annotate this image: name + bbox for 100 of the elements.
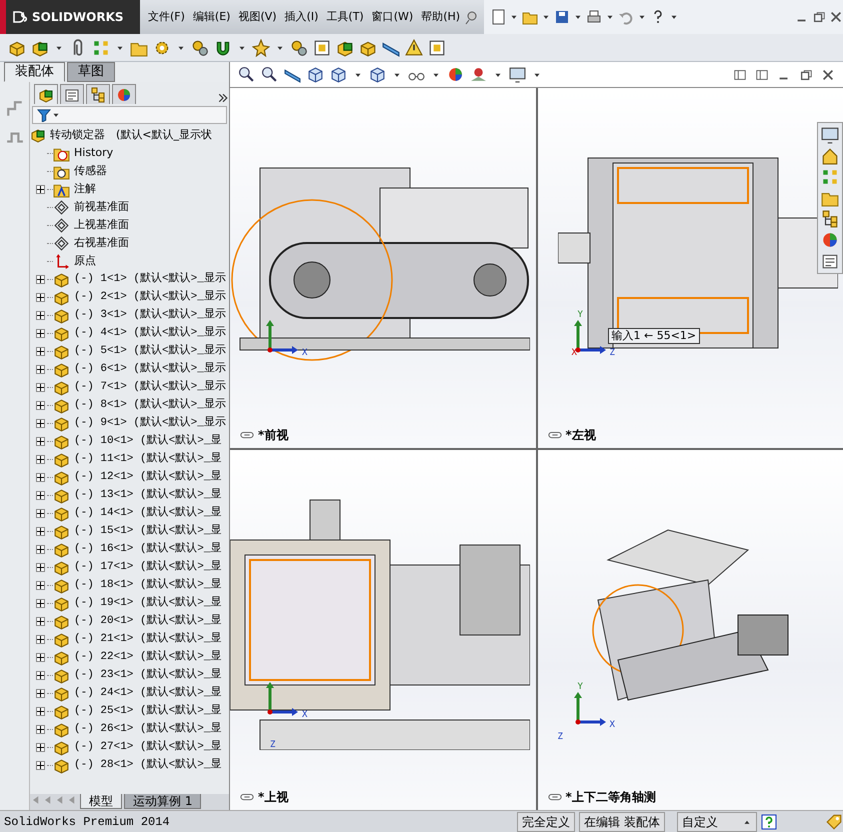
tree-item[interactable]: (-) 25<1> (默认<默认>_显 bbox=[74, 702, 222, 720]
tree-item[interactable]: (-) 6<1> (默认<默认>_显示 bbox=[74, 360, 226, 378]
tree-root[interactable]: 转动锁定器 (默认<默认_显示状 bbox=[50, 126, 212, 144]
new-document-icon[interactable] bbox=[490, 9, 506, 25]
star-icon[interactable] bbox=[252, 38, 270, 56]
expand-toggle[interactable] bbox=[36, 472, 45, 482]
expand-toggle[interactable] bbox=[36, 706, 45, 716]
panel-tab[interactable]: 草图 bbox=[67, 62, 115, 82]
tree-item[interactable]: (-) 26<1> (默认<默认>_显 bbox=[74, 720, 222, 738]
tree-item[interactable]: (-) 15<1> (默认<默认>_显 bbox=[74, 522, 222, 540]
appearance-icon[interactable] bbox=[821, 231, 839, 249]
tree-item[interactable]: (-) 14<1> (默认<默认>_显 bbox=[74, 504, 222, 522]
restore-icon[interactable] bbox=[812, 10, 826, 24]
monitor-icon[interactable] bbox=[821, 126, 839, 144]
save-icon[interactable] bbox=[554, 9, 570, 25]
expand-toggle[interactable] bbox=[36, 580, 45, 590]
tree-item[interactable]: History bbox=[74, 144, 114, 162]
library-icon[interactable] bbox=[821, 168, 839, 186]
tree-item[interactable]: 原点 bbox=[74, 252, 96, 270]
manager-tab[interactable] bbox=[86, 84, 110, 104]
gears-icon[interactable] bbox=[191, 38, 209, 56]
menu-item[interactable]: 文件(F) bbox=[144, 6, 189, 28]
printer-icon[interactable] bbox=[586, 9, 602, 25]
menu-item[interactable]: 窗口(W) bbox=[368, 6, 418, 28]
appearance-icon[interactable] bbox=[447, 66, 464, 83]
home-icon[interactable] bbox=[821, 147, 839, 165]
menu-item[interactable]: 插入(I) bbox=[280, 6, 322, 28]
expand-toggle[interactable] bbox=[36, 490, 45, 500]
expand-toggle[interactable] bbox=[36, 364, 45, 374]
manager-tab[interactable] bbox=[34, 84, 58, 104]
tree-item[interactable]: (-) 16<1> (默认<默认>_显 bbox=[74, 540, 222, 558]
expand-toggle[interactable] bbox=[36, 400, 45, 410]
expand-toggle[interactable] bbox=[36, 328, 45, 338]
filter-icon[interactable] bbox=[37, 108, 51, 122]
view-cube-icon[interactable] bbox=[330, 66, 347, 83]
tree-item[interactable]: (-) 3<1> (默认<默认>_显示 bbox=[74, 306, 226, 324]
expand-toggle[interactable] bbox=[36, 418, 45, 428]
expand-toggle[interactable] bbox=[36, 436, 45, 446]
tree-item[interactable]: 前视基准面 bbox=[74, 198, 129, 216]
tree-item[interactable]: (-) 9<1> (默认<默认>_显示 bbox=[74, 414, 226, 432]
tree-item[interactable]: 传感器 bbox=[74, 162, 107, 180]
expand-toggle[interactable] bbox=[36, 346, 45, 356]
monitor-icon[interactable] bbox=[509, 66, 526, 83]
tree-item[interactable]: (-) 7<1> (默认<默认>_显示 bbox=[74, 378, 226, 396]
expand-toggle[interactable] bbox=[36, 544, 45, 554]
restore-icon[interactable] bbox=[799, 68, 813, 82]
pattern-icon[interactable] bbox=[92, 38, 110, 56]
tree-item[interactable]: (-) 4<1> (默认<默认>_显示 bbox=[74, 324, 226, 342]
expand-toggle[interactable] bbox=[36, 616, 45, 626]
tree-item[interactable]: (-) 13<1> (默认<默认>_显 bbox=[74, 486, 222, 504]
expand-toggle[interactable] bbox=[36, 598, 45, 608]
tree-item[interactable]: 上视基准面 bbox=[74, 216, 129, 234]
close-icon[interactable] bbox=[821, 68, 835, 82]
tree-item[interactable]: (-) 8<1> (默认<默认>_显示 bbox=[74, 396, 226, 414]
warning-icon[interactable] bbox=[405, 38, 423, 56]
help-icon[interactable] bbox=[761, 814, 777, 830]
menu-item[interactable]: 帮助(H) bbox=[417, 6, 464, 28]
expand-toggle[interactable] bbox=[36, 760, 45, 770]
expand-toggle[interactable] bbox=[36, 742, 45, 752]
tree-item[interactable]: (-) 11<1> (默认<默认>_显 bbox=[74, 450, 222, 468]
tree-item[interactable]: (-) 23<1> (默认<默认>_显 bbox=[74, 666, 222, 684]
expand-toggle[interactable] bbox=[36, 724, 45, 734]
model-tab[interactable]: 运动算例 1 bbox=[124, 794, 202, 809]
tree-item[interactable]: (-) 17<1> (默认<默认>_显 bbox=[74, 558, 222, 576]
configuration-icon[interactable] bbox=[821, 210, 839, 228]
expand-toggle[interactable] bbox=[36, 184, 45, 194]
tree-item[interactable]: (-) 19<1> (默认<默认>_显 bbox=[74, 594, 222, 612]
expand-toggle[interactable] bbox=[36, 652, 45, 662]
expand-icon[interactable] bbox=[217, 92, 229, 104]
units-selector[interactable]: 自定义 bbox=[677, 812, 757, 832]
expand-toggle[interactable] bbox=[36, 670, 45, 680]
expand-toggle[interactable] bbox=[36, 274, 45, 284]
tree-item[interactable]: (-) 27<1> (默认<默认>_显 bbox=[74, 738, 222, 756]
frame-icon[interactable] bbox=[313, 38, 331, 56]
expand-toggle[interactable] bbox=[36, 382, 45, 392]
panel-tab[interactable]: 装配体 bbox=[4, 62, 65, 82]
frame-icon[interactable] bbox=[428, 38, 446, 56]
tree-item[interactable]: (-) 5<1> (默认<默认>_显示 bbox=[74, 342, 226, 360]
manager-tab[interactable] bbox=[112, 84, 136, 104]
model-tab[interactable]: 模型 bbox=[80, 794, 122, 809]
property-icon[interactable] bbox=[821, 252, 839, 270]
gears-icon[interactable] bbox=[290, 38, 308, 56]
menu-item[interactable]: 工具(T) bbox=[322, 6, 368, 28]
tree-item[interactable]: (-) 21<1> (默认<默认>_显 bbox=[74, 630, 222, 648]
tree-item[interactable]: (-) 12<1> (默认<默认>_显 bbox=[74, 468, 222, 486]
close-icon[interactable] bbox=[829, 10, 843, 24]
menu-item[interactable]: 编辑(E) bbox=[188, 6, 234, 28]
expand-toggle[interactable] bbox=[36, 688, 45, 698]
expand-toggle[interactable] bbox=[36, 454, 45, 464]
expand-toggle[interactable] bbox=[36, 508, 45, 518]
manager-tab[interactable] bbox=[60, 84, 84, 104]
tree-item[interactable]: (-) 2<1> (默认<默认>_显示 bbox=[74, 288, 226, 306]
zoom-icon[interactable] bbox=[261, 66, 278, 83]
tree-item[interactable]: (-) 28<1> (默认<默认>_显 bbox=[74, 756, 222, 774]
tree-item[interactable]: (-) 1<1> (默认<默认>_显示 bbox=[74, 270, 226, 288]
zoom-icon[interactable] bbox=[238, 66, 255, 83]
expand-toggle[interactable] bbox=[36, 634, 45, 644]
tree-item[interactable]: (-) 18<1> (默认<默认>_显 bbox=[74, 576, 222, 594]
tile-icon[interactable] bbox=[755, 68, 769, 82]
expand-toggle[interactable] bbox=[36, 526, 45, 536]
